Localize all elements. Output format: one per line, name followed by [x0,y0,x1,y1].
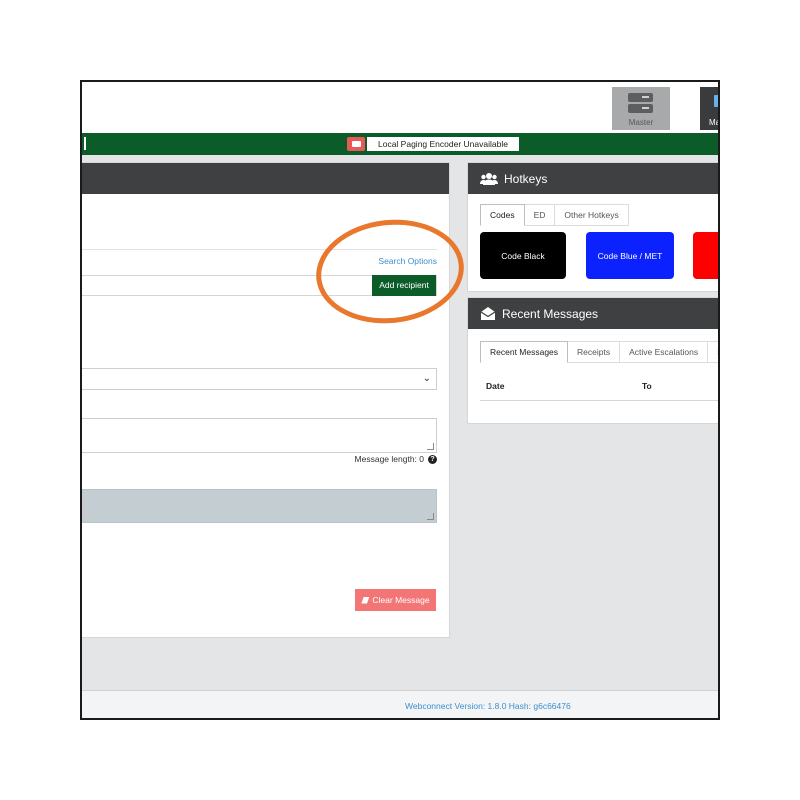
compose-panel: Search Options Add recipient ⌄ Message l… [82,162,450,638]
compose-panel-header [82,163,449,194]
message-length: Message length: 0 ? [355,454,437,464]
message-textarea[interactable] [82,418,437,453]
tab-ed[interactable]: ED [524,204,556,226]
server-icon [628,104,653,113]
recent-messages-tabs: Recent Messages Receipts Active Escalati… [480,341,718,363]
resize-grip-icon[interactable] [427,443,434,450]
code-red-button[interactable] [693,232,718,279]
tab-receipts[interactable]: Receipts [568,341,621,363]
top-header: Master Ma [82,82,720,133]
recent-messages-title: Recent Messages [502,306,599,321]
tab-other-hotkeys[interactable]: Other Hotkeys [555,204,629,226]
master-active-button[interactable]: Ma [700,87,720,130]
pager-icon [347,137,365,151]
eraser-icon [361,596,370,604]
master-active-button-label: Ma [709,118,720,127]
code-blue-met-button[interactable]: Code Blue / MET [586,232,674,279]
disabled-textarea [82,489,437,523]
recent-messages-table: Date To [480,375,718,401]
users-icon [480,172,498,186]
add-recipient-button[interactable]: Add recipient [372,275,436,296]
hotkeys-title: Hotkeys [504,171,548,186]
message-length-text: Message length: 0 [354,454,424,464]
tab-recent-messages[interactable]: Recent Messages [480,341,569,363]
hotkeys-header: Hotkeys [468,163,718,194]
status-bar: Local Paging Encoder Unavailable [82,133,718,155]
master-button[interactable]: Master [612,87,670,130]
clear-message-label: Clear Message [372,595,430,605]
hotkeys-panel: Hotkeys Codes ED Other Hotkeys Code Blac… [467,162,718,292]
template-select[interactable]: ⌄ [82,368,437,390]
status-bar-edge [84,137,86,150]
hotkeys-tabs: Codes ED Other Hotkeys [480,204,629,226]
column-header-to[interactable]: To [642,381,652,391]
recent-messages-header: Recent Messages [468,298,718,329]
divider [82,249,437,250]
search-options-link[interactable]: Search Options [378,256,437,266]
resize-grip-icon [427,513,434,520]
tab-scheduled[interactable]: Sc [708,341,718,363]
envelope-open-icon [480,306,496,321]
chevron-down-icon: ⌄ [422,373,431,384]
recent-messages-panel: Recent Messages Recent Messages Receipts… [467,297,718,424]
footer: Webconnect Version: 1.8.0 Hash: g6c66476 [82,690,718,718]
code-black-button[interactable]: Code Black [480,232,566,279]
clear-message-button[interactable]: Clear Message [355,589,436,611]
server-icon [628,93,653,102]
column-header-date[interactable]: Date [486,381,504,391]
help-icon[interactable]: ? [428,454,437,464]
master-button-label: Master [628,118,654,127]
device-icon [714,95,718,107]
app-window: Master Ma Local Paging Encoder Unavailab… [80,80,720,720]
version-link[interactable]: Webconnect Version: 1.8.0 Hash: g6c66476 [405,701,571,711]
tab-codes[interactable]: Codes [480,204,525,226]
encoder-status: Local Paging Encoder Unavailable [347,137,519,151]
encoder-status-text: Local Paging Encoder Unavailable [367,137,519,151]
tab-active-escalations[interactable]: Active Escalations [620,341,709,363]
